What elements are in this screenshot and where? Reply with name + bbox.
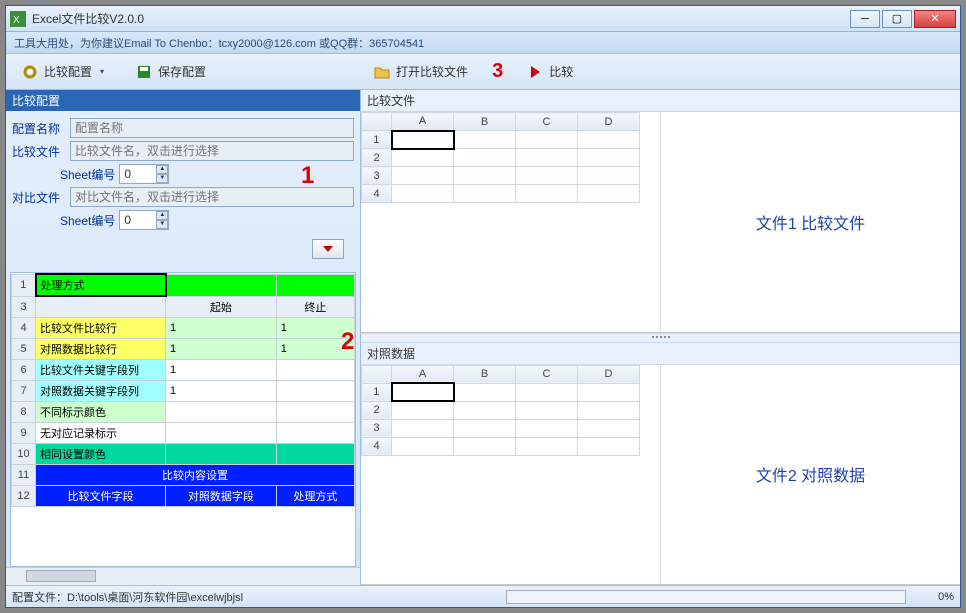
minimize-button[interactable]: ─ [850,10,880,28]
open-compare-file-button[interactable]: 打开比较文件 [366,59,476,84]
window-title: Excel文件比较V2.0.0 [32,10,850,27]
play-icon [527,64,543,80]
contrast-data-placeholder-label: 文件2 对照数据 [661,365,960,585]
contrast-data-panel-title: 对照数据 [361,343,960,365]
left-hscrollbar[interactable] [6,567,360,585]
sheet1-label: Sheet编号 [60,166,115,183]
sheet2-label: Sheet编号 [60,212,115,229]
svg-text:X: X [13,15,20,26]
compare-config-button[interactable]: 比较配置 ▾ [14,59,112,84]
config-dropdown-button[interactable] [312,239,344,259]
compare-file-placeholder-label: 文件1 比较文件 [661,112,960,332]
progress-bar [506,590,906,604]
app-icon: X [10,11,26,27]
info-bar: 工具大用处，为你建议Email To Chenbo：tcxy2000@126.c… [6,32,960,54]
compare-file-panel: 比较文件 ABCD1234 文件1 比较文件 [361,90,960,333]
toolbar: 比较配置 ▾ 保存配置 打开比较文件 3 比较 [6,54,960,90]
contrast-data-panel: 对照数据 ABCD1234 文件2 对照数据 [361,343,960,586]
contrast-data-grid[interactable]: ABCD1234 [361,365,661,585]
left-panel-title: 比较配置 [6,90,360,111]
sheet1-up[interactable]: ▲ [156,165,168,174]
contrast-file-label: 对比文件 [12,189,66,206]
horizontal-splitter[interactable] [361,333,960,343]
config-grid[interactable]: 1处理方式3起始终止4比较文件比较行115对照数据比较行116比较文件关键字段列… [10,272,356,567]
config-name-label: 配置名称 [12,120,66,137]
save-config-button[interactable]: 保存配置 [128,59,214,84]
folder-open-icon [374,64,390,80]
sheet2-down[interactable]: ▼ [156,220,168,229]
app-window: X Excel文件比较V2.0.0 ─ ▢ ✕ 工具大用处，为你建议Email … [5,5,961,608]
status-bar: 配置文件：D:\tools\桌面\河东软件园\excelwjbjsl 0% [6,585,960,607]
progress-percent: 0% [914,591,954,603]
dropdown-arrow-icon: ▾ [100,67,104,76]
status-path: 配置文件：D:\tools\桌面\河东软件园\excelwjbjsl [12,589,498,605]
sheet2-up[interactable]: ▲ [156,211,168,220]
main-area: 比较配置 配置名称 比较文件 Sheet编号 ▲▼ [6,90,960,585]
config-name-input[interactable] [70,118,354,138]
compare-button[interactable]: 比较 [519,59,581,84]
compare-file-panel-title: 比较文件 [361,90,960,112]
save-config-label: 保存配置 [158,63,206,80]
contrast-file-input[interactable] [70,187,354,207]
compare-file-grid[interactable]: ABCD1234 [361,112,661,332]
open-compare-file-label: 打开比较文件 [396,63,468,80]
marker-2: 2 [341,328,354,356]
gear-icon [22,64,38,80]
sheet1-down[interactable]: ▼ [156,174,168,183]
marker-3: 3 [492,60,503,83]
compare-file-input[interactable] [70,141,354,161]
marker-1: 1 [301,162,314,190]
close-button[interactable]: ✕ [914,10,956,28]
disk-icon [136,64,152,80]
compare-config-label: 比较配置 [44,63,92,80]
right-area: 比较文件 ABCD1234 文件1 比较文件 对照数据 ABCD1234 文 [361,90,960,585]
maximize-button[interactable]: ▢ [882,10,912,28]
titlebar: X Excel文件比较V2.0.0 ─ ▢ ✕ [6,6,960,32]
compare-file-label: 比较文件 [12,143,66,160]
compare-label: 比较 [549,63,573,80]
